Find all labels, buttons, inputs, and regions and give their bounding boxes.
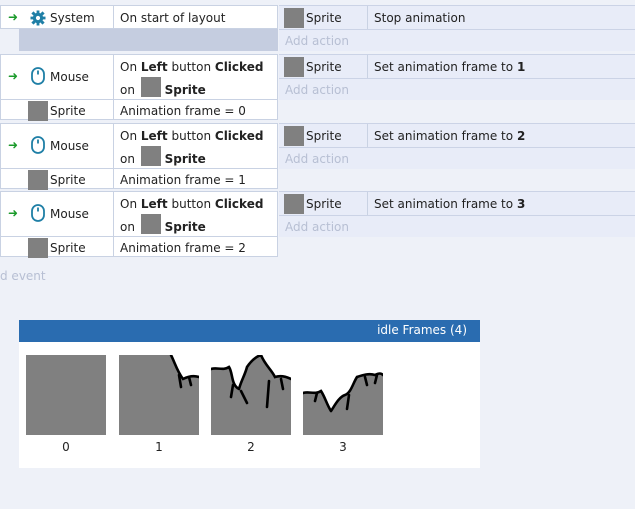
- event-arrow-icon: ➜: [8, 69, 19, 83]
- animation-frames-panel: idle Frames (4) 0 1 2 3: [19, 320, 480, 468]
- action-object-name: Sprite: [306, 129, 342, 143]
- condition-text[interactable]: On start of layout: [120, 11, 225, 25]
- action-text: Stop animation: [374, 11, 466, 25]
- sub-condition-object: Sprite: [50, 104, 86, 118]
- frames-panel-header: idle Frames (4): [19, 320, 480, 342]
- action-object-name: Sprite: [306, 11, 342, 25]
- condition-text-line2[interactable]: on Sprite: [120, 214, 206, 234]
- action-row[interactable]: Sprite Set animation frame to 3: [279, 192, 635, 216]
- sub-condition-row[interactable]: Sprite Animation frame = 2: [1, 236, 277, 258]
- animation-frame-1[interactable]: 1: [119, 355, 199, 455]
- action-object-name: Sprite: [306, 60, 342, 74]
- action-object-name: Sprite: [306, 197, 342, 211]
- frame-thumbnail: [211, 355, 291, 435]
- add-action-link[interactable]: Add action: [285, 152, 349, 166]
- frame-thumbnail: [303, 372, 383, 435]
- action-text: Set animation frame to 2: [374, 129, 526, 143]
- frame-label: 3: [339, 440, 347, 454]
- event-object-name: System: [50, 11, 95, 25]
- condition-text[interactable]: On Left button Clicked: [120, 129, 263, 143]
- sprite-swatch-icon: [284, 57, 304, 77]
- sprite-swatch-icon: [140, 77, 161, 97]
- event-arrow-icon: ➜: [8, 10, 19, 24]
- event-arrow-icon: ➜: [8, 206, 19, 220]
- sub-condition-object: Sprite: [50, 173, 86, 187]
- sub-condition-text: Animation frame = 1: [120, 173, 246, 187]
- action-row[interactable]: Sprite Set animation frame to 2: [279, 124, 635, 148]
- event-object-name: Mouse: [50, 207, 89, 221]
- add-action-link[interactable]: Add action: [285, 220, 349, 234]
- event-2-actions: Sprite Set animation frame to 1 Add acti…: [279, 54, 635, 100]
- event-object-name: Mouse: [50, 70, 89, 84]
- event-1-conditions[interactable]: ➜ System On start of layout: [0, 5, 278, 29]
- action-row[interactable]: Sprite Set animation frame to 1: [279, 55, 635, 79]
- sprite-swatch-icon: [28, 170, 48, 190]
- sprite-swatch-icon: [284, 8, 304, 28]
- event-4-actions: Sprite Set animation frame to 3 Add acti…: [279, 191, 635, 237]
- mouse-icon: [31, 136, 45, 154]
- event-block-2[interactable]: ➜ Mouse On Left button Clicked on Sprite…: [0, 54, 635, 121]
- sub-condition-row[interactable]: Sprite Animation frame = 0: [1, 99, 277, 121]
- sub-condition-text: Animation frame = 2: [120, 241, 246, 255]
- event-1-empty-row: [19, 29, 278, 51]
- sprite-swatch-icon: [284, 126, 304, 146]
- condition-text-line2[interactable]: on Sprite: [120, 146, 206, 166]
- sprite-swatch-icon: [28, 101, 48, 121]
- frame-label: 0: [62, 440, 70, 454]
- frame-thumbnail: [119, 355, 199, 435]
- sub-condition-text: Animation frame = 0: [120, 104, 246, 118]
- event-block-1[interactable]: ➜ System On start of layout Sprite Stop …: [0, 5, 635, 52]
- event-3-actions: Sprite Set animation frame to 2 Add acti…: [279, 123, 635, 169]
- sprite-swatch-icon: [28, 238, 48, 258]
- mouse-icon: [31, 67, 45, 85]
- frame-label: 2: [247, 440, 255, 454]
- event-2-conditions[interactable]: ➜ Mouse On Left button Clicked on Sprite…: [0, 54, 278, 121]
- frame-label: 1: [155, 440, 163, 454]
- action-text: Set animation frame to 1: [374, 60, 526, 74]
- mouse-icon: [31, 204, 45, 222]
- frame-thumbnail: [26, 355, 106, 435]
- event-3-conditions[interactable]: ➜ Mouse On Left button Clicked on Sprite…: [0, 123, 278, 190]
- action-row[interactable]: Sprite Stop animation: [279, 6, 635, 30]
- event-block-3[interactable]: ➜ Mouse On Left button Clicked on Sprite…: [0, 123, 635, 190]
- add-event-link[interactable]: d event: [0, 269, 46, 283]
- sprite-swatch-icon: [284, 194, 304, 214]
- event-object-name: Mouse: [50, 139, 89, 153]
- condition-text[interactable]: On Left button Clicked: [120, 60, 263, 74]
- add-action-link[interactable]: Add action: [285, 34, 349, 48]
- event-block-4[interactable]: ➜ Mouse On Left button Clicked on Sprite…: [0, 191, 635, 258]
- action-text: Set animation frame to 3: [374, 197, 526, 211]
- sub-condition-object: Sprite: [50, 241, 86, 255]
- animation-frame-3[interactable]: 3: [303, 355, 383, 455]
- frames-panel-title: idle Frames (4): [377, 323, 467, 337]
- event-1-actions: Sprite Stop animation Add action: [279, 5, 635, 51]
- add-action-link[interactable]: Add action: [285, 83, 349, 97]
- condition-text-line2[interactable]: on Sprite: [120, 77, 206, 97]
- gear-icon: [30, 10, 46, 26]
- sprite-swatch-icon: [140, 146, 161, 166]
- event-4-conditions[interactable]: ➜ Mouse On Left button Clicked on Sprite…: [0, 191, 278, 258]
- sub-condition-row[interactable]: Sprite Animation frame = 1: [1, 168, 277, 190]
- condition-text[interactable]: On Left button Clicked: [120, 197, 263, 211]
- sprite-swatch-icon: [140, 214, 161, 234]
- event-arrow-icon: ➜: [8, 138, 19, 152]
- animation-frame-0[interactable]: 0: [26, 355, 106, 455]
- animation-frame-2[interactable]: 2: [211, 355, 291, 455]
